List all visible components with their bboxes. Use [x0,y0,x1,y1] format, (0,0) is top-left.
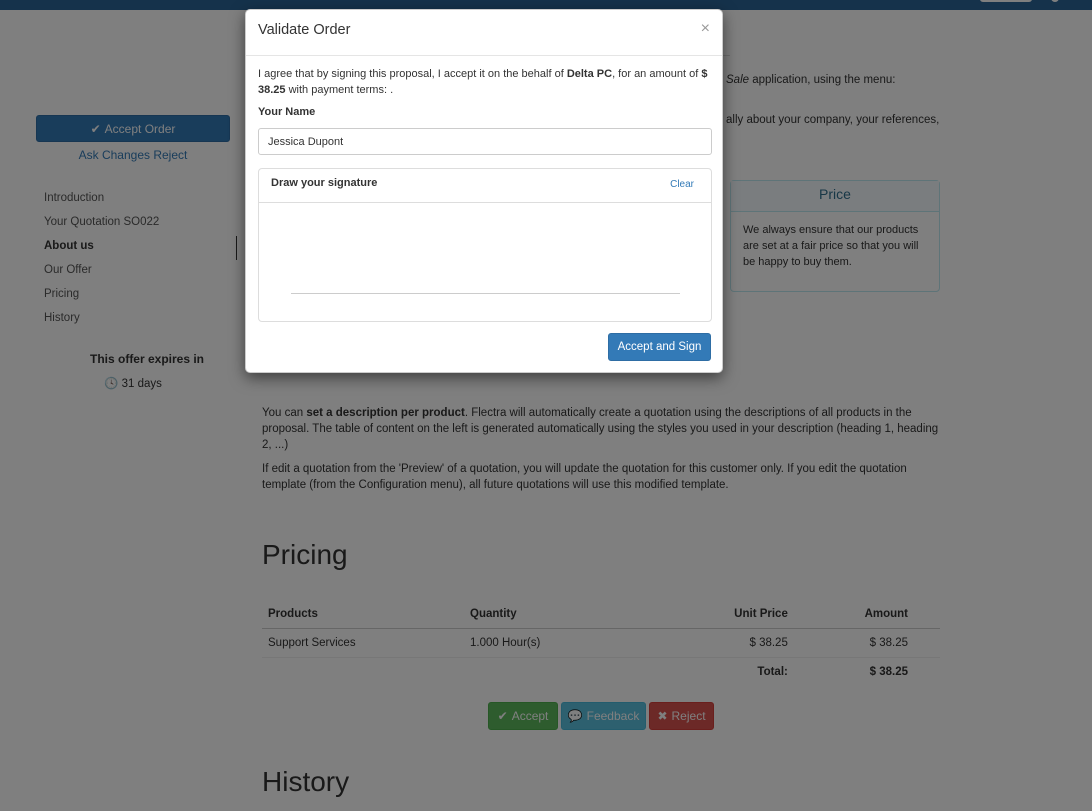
signature-baseline [291,293,680,294]
modal-header: Validate Order × [246,10,722,56]
your-name-label: Your Name [258,106,316,118]
agree-prefix: I agree that by signing this proposal, I… [258,68,567,80]
validate-order-modal: Validate Order × I agree that by signing… [245,9,723,373]
amount-prefix: , for an amount of [612,68,702,80]
signature-panel: Draw your signature Clear [258,168,712,322]
close-icon[interactable]: × [701,20,710,38]
payment-terms: with payment terms: . [285,84,394,96]
accept-and-sign-button[interactable]: Accept and Sign [608,333,711,361]
agreement-text: I agree that by signing this proposal, I… [258,66,712,98]
signature-canvas[interactable] [259,203,711,321]
company-name: Delta PC [566,68,613,80]
signature-title: Draw your signature [271,177,378,189]
clear-signature-link[interactable]: Clear [670,179,694,190]
modal-title: Validate Order [258,22,351,38]
signature-header: Draw your signature Clear [259,169,711,203]
your-name-input[interactable] [258,128,712,155]
